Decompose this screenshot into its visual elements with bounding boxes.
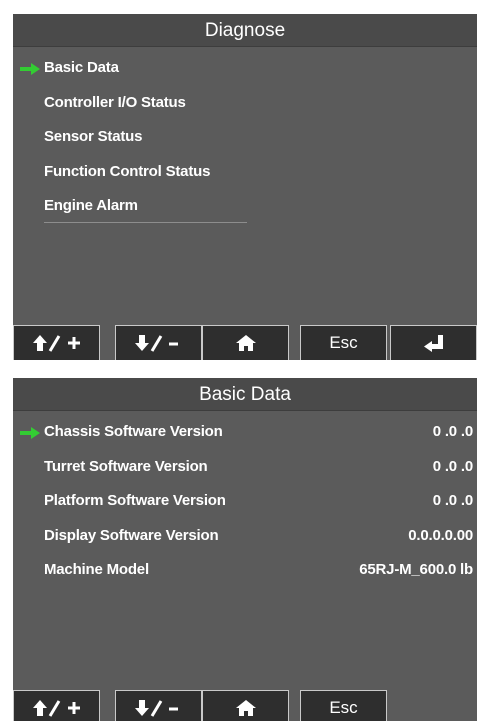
menu-item-label: Sensor Status: [44, 128, 143, 145]
menu-item-label: Basic Data: [44, 59, 119, 76]
up-plus-icon: [32, 335, 80, 352]
up-plus-button[interactable]: [13, 325, 100, 360]
basic-data-list: Chassis Software Version 0 .0 .0 Turret …: [13, 415, 477, 588]
info-row-value: 0.0.0.0.00: [408, 526, 473, 544]
esc-label: Esc: [329, 698, 358, 717]
info-row-display-software-version[interactable]: Display Software Version 0.0.0.0.00: [13, 519, 477, 554]
menu-item-basic-data[interactable]: Basic Data: [13, 51, 477, 86]
basic-data-screen: Basic Data Chassis Software Version 0 .0…: [13, 378, 477, 721]
menu-item-engine-alarm[interactable]: Engine Alarm: [13, 189, 477, 224]
info-row-machine-model[interactable]: Machine Model 65RJ-M_600.0 lb: [13, 553, 477, 588]
diagnose-screen: Diagnose Basic Data Controller I/O Statu…: [13, 14, 477, 360]
up-plus-button[interactable]: [13, 690, 100, 721]
esc-button[interactable]: Esc: [300, 325, 387, 360]
diagnose-menu: Basic Data Controller I/O Status Sensor …: [13, 51, 477, 224]
info-row-turret-software-version[interactable]: Turret Software Version 0 .0 .0: [13, 450, 477, 485]
screen-title: Basic Data: [13, 378, 477, 411]
menu-item-sensor-status[interactable]: Sensor Status: [13, 120, 477, 155]
up-plus-icon: [32, 700, 80, 717]
info-row-chassis-software-version[interactable]: Chassis Software Version 0 .0 .0: [13, 415, 477, 450]
esc-label: Esc: [329, 333, 358, 352]
down-minus-icon: [134, 335, 178, 352]
down-minus-button[interactable]: [115, 690, 202, 721]
info-row-value: 0 .0 .0: [432, 423, 473, 440]
enter-button[interactable]: [390, 325, 477, 360]
menu-divider: [44, 222, 247, 223]
home-icon: [235, 700, 256, 716]
info-row-value: 0 .0 .0: [432, 492, 473, 509]
info-row-label: Machine Model: [44, 561, 149, 578]
info-row-label: Platform Software Version: [44, 492, 226, 509]
info-row-platform-software-version[interactable]: Platform Software Version 0 .0 .0: [13, 484, 477, 519]
down-minus-button[interactable]: [115, 325, 202, 360]
menu-item-label: Engine Alarm: [44, 197, 138, 214]
selection-arrow-icon: [20, 63, 40, 75]
softkey-bar: Esc: [13, 690, 477, 721]
enter-icon: [423, 335, 443, 352]
info-row-label: Display Software Version: [44, 526, 219, 544]
info-row-label: Chassis Software Version: [44, 423, 223, 440]
home-button[interactable]: [202, 690, 289, 721]
home-icon: [235, 335, 256, 351]
esc-button[interactable]: Esc: [300, 690, 387, 721]
info-row-value: 65RJ-M_600.0 lb: [359, 561, 473, 578]
menu-item-label: Controller I/O Status: [44, 93, 186, 111]
menu-item-controller-io-status[interactable]: Controller I/O Status: [13, 86, 477, 121]
screen-title: Diagnose: [13, 14, 477, 47]
info-row-value: 0 .0 .0: [432, 457, 473, 475]
home-button[interactable]: [202, 325, 289, 360]
selection-arrow-icon: [20, 427, 40, 439]
menu-item-function-control-status[interactable]: Function Control Status: [13, 155, 477, 190]
down-minus-icon: [134, 700, 178, 717]
menu-item-label: Function Control Status: [44, 162, 211, 180]
softkey-bar: Esc: [13, 325, 477, 360]
info-row-label: Turret Software Version: [44, 457, 208, 475]
